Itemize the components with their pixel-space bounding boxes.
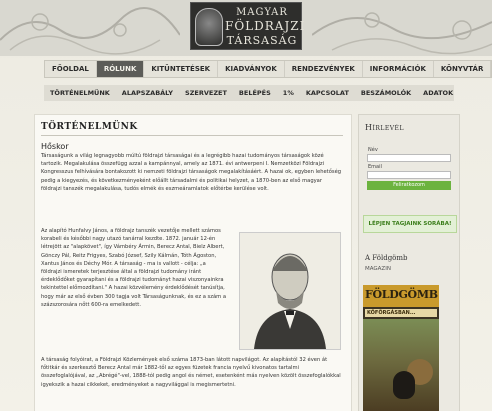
subnav-1-percent[interactable]: 1% (277, 85, 300, 101)
join-link[interactable]: Lépjen tagjaink sorába! (363, 215, 457, 233)
title-divider (41, 135, 343, 136)
paragraph-2: Az alapító Hunfalvy János, a földrajz ta… (41, 228, 227, 308)
header: MAGYAR FÖLDRAJZI TÁRSASÁG (0, 0, 492, 56)
beetle-icon (393, 371, 415, 399)
nav-item-kituntetesek[interactable]: KITÜNTETÉSEK (144, 61, 219, 77)
nav-item-rendezvenyek[interactable]: RENDEZVÉNYEK (285, 61, 363, 77)
section-heading: Hőskor (41, 142, 69, 151)
ornament-left-icon (0, 7, 180, 55)
page: MAGYAR FÖLDRAJZI TÁRSASÁG FŐOLDAL RÓLUNK… (0, 0, 492, 411)
newsletter-title: Hírlevél (365, 123, 404, 132)
nav-item-rolunk[interactable]: RÓLUNK (96, 61, 145, 77)
nav-item-kiadvanyok[interactable]: KIADVÁNYOK (218, 61, 285, 77)
magazine-cover-photo (363, 319, 439, 411)
subnav-alapszabaly[interactable]: ALAPSZABÁLY (116, 85, 179, 101)
paragraph-1: Társaságunk a világ legnagyobb múltú föl… (41, 153, 342, 192)
logo-line-3: TÁRSASÁG (226, 34, 298, 47)
magazine-cover-banner: KÖFÖRGÁSBAN... (365, 309, 437, 317)
nav-item-foldal[interactable]: FŐOLDAL (45, 61, 97, 77)
email-field[interactable] (367, 171, 451, 179)
right-sidebar: Hírlevél Név Email Feliratkozom Lépjen t… (358, 114, 460, 411)
logo-line-2: FÖLDRAJZI (225, 19, 306, 33)
subnav-beszamolok[interactable]: BESZÁMOLÓK (355, 85, 417, 101)
subnav-tortenelmunk[interactable]: TÖRTÉNELMÜNK (44, 85, 116, 101)
name-field[interactable] (367, 154, 451, 162)
main-content: Történelmünk Hőskor Társaságunk a világ … (34, 114, 352, 411)
subnav-adatok[interactable]: ADATOK (417, 85, 459, 101)
portrait-engraving-icon (240, 233, 340, 349)
magazine-masthead: FÖLDGÖMB (363, 285, 439, 307)
page-title: Történelmünk (41, 122, 138, 132)
paragraph-3: A társaság folyóirat, a Földrajzi Közlem… (41, 357, 341, 388)
subnav-kapcsolat[interactable]: KAPCSOLAT (300, 85, 355, 101)
emblem-icon (195, 8, 223, 46)
nav-item-informaciok[interactable]: INFORMÁCIÓK (363, 61, 434, 77)
nav-item-konyvtar[interactable]: KÖNYVTÁR (434, 61, 492, 77)
site-logo[interactable]: MAGYAR FÖLDRAJZI TÁRSASÁG (190, 2, 306, 50)
magazine-cover-name: FÖLDGÖMB (365, 288, 438, 301)
logo-line-1: MAGYAR (236, 7, 288, 18)
subnav-belepes[interactable]: BELÉPÉS (233, 85, 277, 101)
magazine-subtitle: magazin (365, 266, 391, 272)
subscribe-button[interactable]: Feliratkozom (367, 181, 451, 190)
main-nav: FŐOLDAL RÓLUNK KITÜNTETÉSEK KIADVÁNYOK R… (44, 60, 492, 78)
name-label: Név (368, 147, 378, 153)
founder-portrait (239, 232, 341, 350)
email-label: Email (368, 164, 382, 170)
subnav-szervezet[interactable]: SZERVEZET (179, 85, 233, 101)
magazine-title: A Földgömb (365, 254, 408, 262)
sub-nav: TÖRTÉNELMÜNK ALAPSZABÁLY SZERVEZET BELÉP… (44, 85, 454, 101)
ornament-right-icon (312, 12, 492, 55)
magazine-cover[interactable]: FÖLDGÖMB KÖFÖRGÁSBAN... (363, 285, 439, 411)
